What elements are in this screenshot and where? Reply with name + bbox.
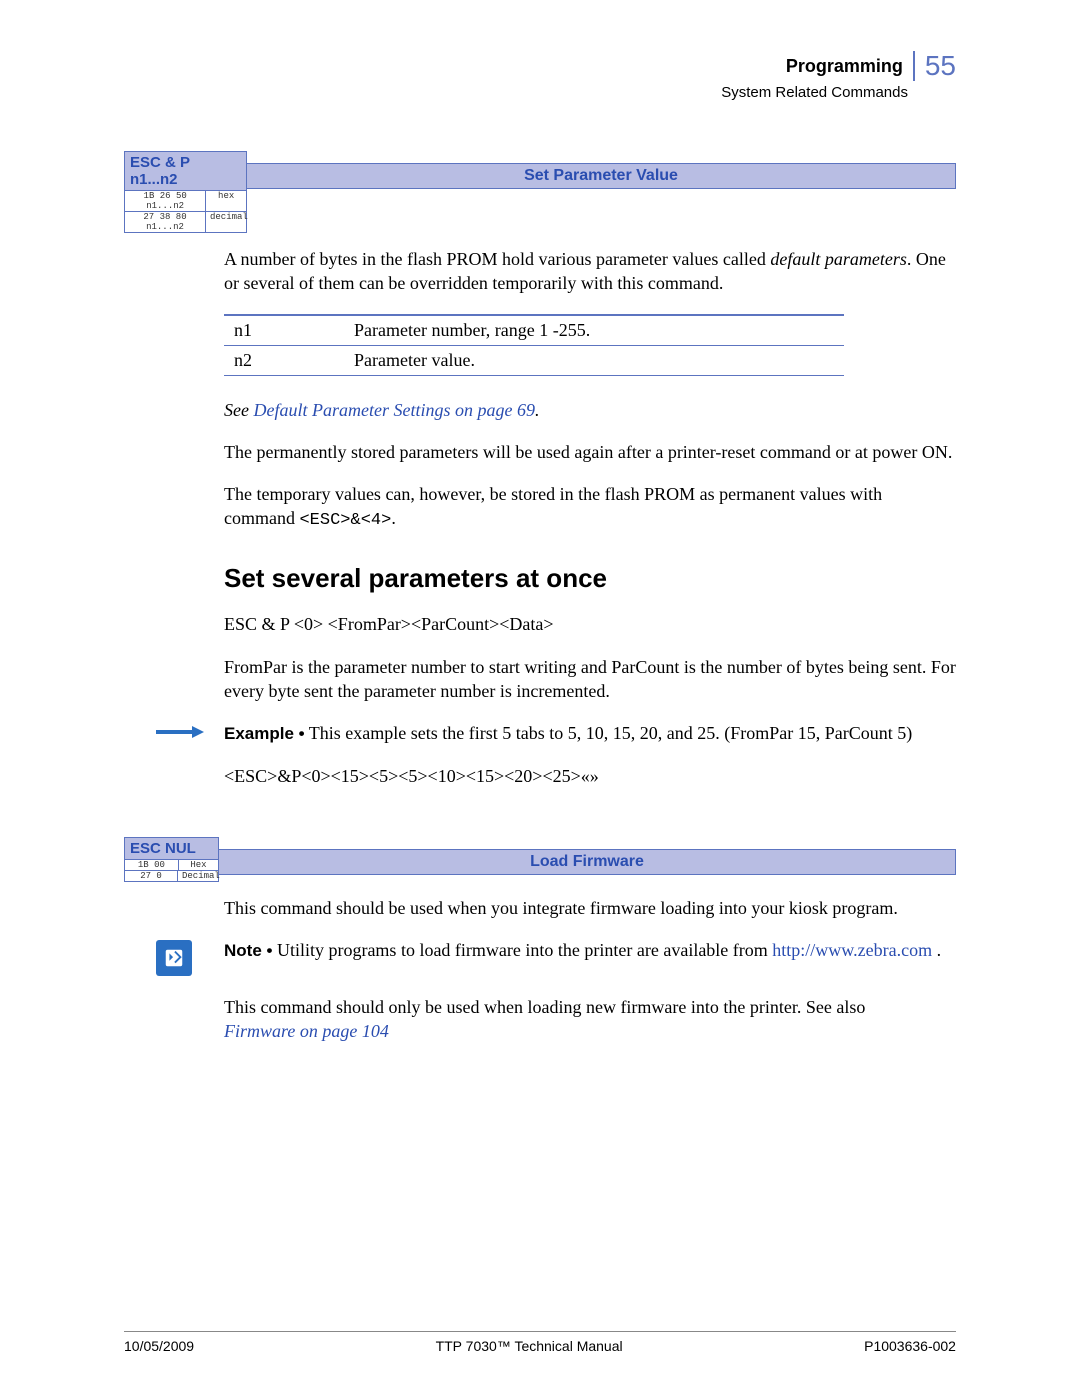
text: . xyxy=(391,508,396,528)
param-name: n2 xyxy=(224,345,344,375)
external-link[interactable]: http://www.zebra.com xyxy=(772,940,932,960)
text: . xyxy=(535,400,540,420)
decimal-row: 27 38 80 n1...n2 decimal xyxy=(125,211,246,232)
paragraph: The temporary values can, however, be st… xyxy=(224,482,956,533)
command-code-box: ESC NUL 1B 00 Hex 27 0 Decimal xyxy=(124,837,219,882)
paragraph: A number of bytes in the flash PROM hold… xyxy=(224,247,956,296)
command-block-set-parameter: ESC & P n1...n2 1B 26 50 n1...n2 hex 27 … xyxy=(124,151,956,233)
example-paragraph: Example • This example sets the first 5 … xyxy=(224,721,956,746)
text: A number of bytes in the flash PROM hold… xyxy=(224,249,770,269)
decimal-label: Decimal xyxy=(178,871,218,881)
note-label: Note • xyxy=(224,941,272,960)
paragraph: This command should be used when you int… xyxy=(224,896,956,920)
example-label: Example • xyxy=(224,724,305,743)
hex-row: 1B 26 50 n1...n2 hex xyxy=(125,190,246,211)
see-page[interactable]: on page 69 xyxy=(450,400,535,420)
command-syntax: ESC & P <0> <FromPar><ParCount><Data> xyxy=(224,612,956,636)
paragraph: This command should only be used when lo… xyxy=(224,995,956,1044)
paragraph: The permanently stored parameters will b… xyxy=(224,440,956,464)
param-name: n1 xyxy=(224,315,344,346)
command-title: ESC & P n1...n2 xyxy=(125,152,246,190)
see-link[interactable]: Default Parameter Settings xyxy=(253,400,450,420)
hex-value: 1B 26 50 n1...n2 xyxy=(125,191,206,211)
page-footer: 10/05/2009 TTP 7030™ Technical Manual P1… xyxy=(124,1331,956,1354)
header-divider xyxy=(913,51,915,81)
decimal-label: decimal xyxy=(206,212,246,232)
subsection-heading: Set several parameters at once xyxy=(224,563,956,594)
text: This command should only be used when lo… xyxy=(224,997,865,1017)
footer-date: 10/05/2009 xyxy=(124,1338,194,1354)
paragraph: FromPar is the parameter number to start… xyxy=(224,655,956,704)
page-number: 55 xyxy=(925,50,956,82)
section-title: System Related Commands xyxy=(124,84,908,101)
see-link[interactable]: Firmware xyxy=(224,1021,295,1041)
table-row: n1 Parameter number, range 1 -255. xyxy=(224,315,844,346)
arrow-icon xyxy=(156,725,204,739)
note-text: Utility programs to load firmware into t… xyxy=(272,940,772,960)
command-title: ESC NUL xyxy=(125,838,218,859)
command-description: Set Parameter Value xyxy=(247,163,956,189)
footer-title: TTP 7030™ Technical Manual xyxy=(436,1338,623,1354)
note-block: Note • Utility programs to load firmware… xyxy=(124,938,956,981)
see-reference: See Default Parameter Settings on page 6… xyxy=(224,398,956,422)
param-desc: Parameter number, range 1 -255. xyxy=(344,315,844,346)
param-desc: Parameter value. xyxy=(344,345,844,375)
hex-value: 1B 00 xyxy=(125,860,179,870)
example-text: This example sets the first 5 tabs to 5,… xyxy=(305,723,913,743)
chapter-title: Programming xyxy=(786,56,903,77)
hex-label: Hex xyxy=(179,860,218,870)
decimal-row: 27 0 Decimal xyxy=(125,870,218,881)
example-code: <ESC>&P<0><15><5><5><10><15><20><25>«» xyxy=(224,764,956,788)
command-block-load-firmware: ESC NUL 1B 00 Hex 27 0 Decimal Load Firm… xyxy=(124,837,956,882)
note-paragraph: Note • Utility programs to load firmware… xyxy=(224,938,956,963)
command-description: Load Firmware xyxy=(219,849,956,875)
example-block: Example • This example sets the first 5 … xyxy=(124,721,956,806)
command-code-box: ESC & P n1...n2 1B 26 50 n1...n2 hex 27 … xyxy=(124,151,247,233)
note-icon xyxy=(156,940,192,976)
table-row: n2 Parameter value. xyxy=(224,345,844,375)
text-italic: default parameters xyxy=(770,249,907,269)
see-prefix: See xyxy=(224,400,253,420)
decimal-value: 27 0 xyxy=(125,871,178,881)
text: . xyxy=(932,940,941,960)
decimal-value: 27 38 80 n1...n2 xyxy=(125,212,206,232)
code-inline: <ESC>&<4> xyxy=(299,511,391,530)
page-header: Programming 55 System Related Commands xyxy=(124,50,956,101)
see-page[interactable]: on page 104 xyxy=(295,1021,389,1041)
hex-label: hex xyxy=(206,191,246,211)
hex-row: 1B 00 Hex xyxy=(125,859,218,870)
footer-docid: P1003636-002 xyxy=(864,1338,956,1354)
parameter-table: n1 Parameter number, range 1 -255. n2 Pa… xyxy=(224,314,844,376)
